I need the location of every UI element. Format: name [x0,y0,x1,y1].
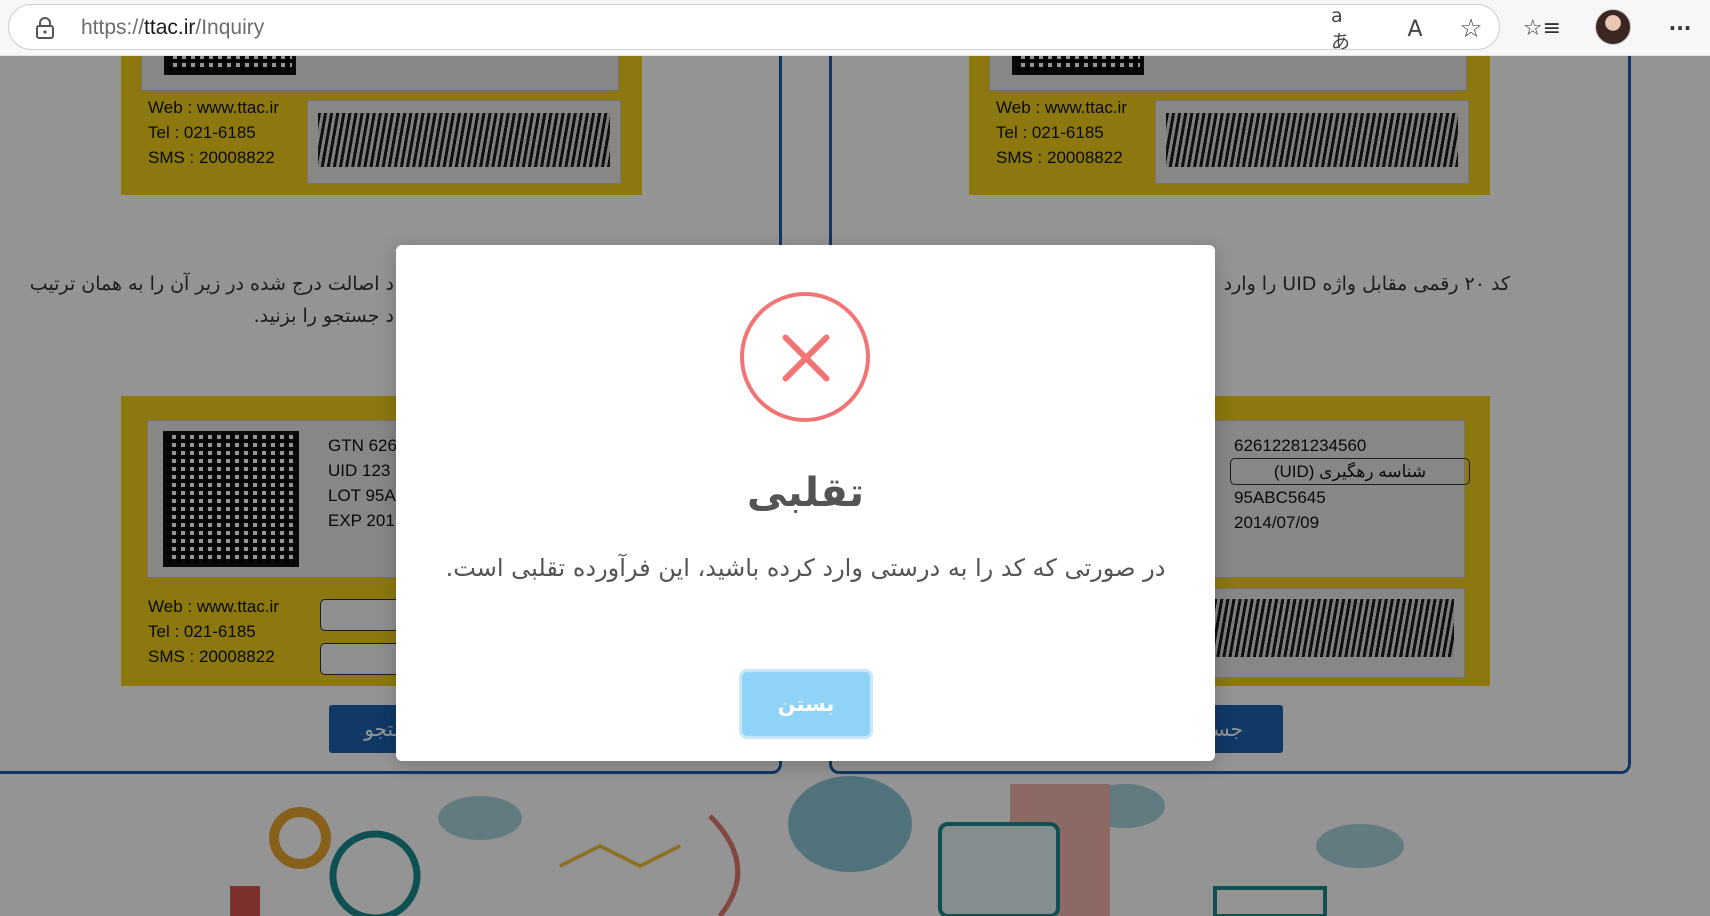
close-button[interactable]: بستن [742,672,870,736]
avatar[interactable] [1595,9,1631,45]
dialog-message: در صورتی که کد را به درستی وارد کرده باش… [445,554,1166,582]
dialog-title: تقلبی [747,470,864,516]
error-x-icon [740,292,870,422]
lock-icon[interactable] [35,17,55,39]
url-path: /Inquiry [195,16,265,39]
translate-icon[interactable]: aあ [1331,5,1359,53]
more-icon[interactable]: ··· [1664,12,1696,44]
address-bar[interactable]: https://ttac.ir/Inquiry aあ A ☆ [8,4,1500,53]
read-aloud-icon[interactable]: A [1401,15,1429,43]
star-icon[interactable]: ☆ [1457,14,1485,44]
result-dialog: تقلبی در صورتی که کد را به درستی وارد کر… [396,245,1215,761]
browser-toolbar: https://ttac.ir/Inquiry aあ A ☆ ☆≡ ··· [0,0,1710,56]
url-scheme: https:// [81,16,145,39]
favorites-icon[interactable]: ☆≡ [1523,12,1561,44]
url-host: ttac.ir [144,16,196,39]
url-text[interactable]: https://ttac.ir/Inquiry [81,16,264,40]
